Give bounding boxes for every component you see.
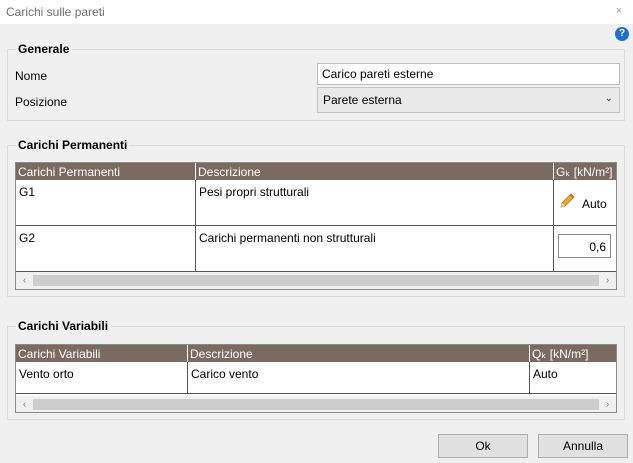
permanenti-grid-header: Carichi Permanenti Descrizione Gₖ [kN/m²…: [16, 163, 616, 180]
ok-button[interactable]: Ok: [438, 434, 528, 458]
scrollbar-thumb[interactable]: [33, 275, 599, 286]
generale-title: Generale: [16, 42, 72, 56]
close-icon[interactable]: ×: [612, 4, 626, 18]
table-row[interactable]: G1 Pesi propri strutturali Auto: [16, 180, 616, 226]
title-bar: Carichi sulle pareti ×: [0, 0, 633, 24]
col-header-descrizione[interactable]: Descrizione: [188, 345, 530, 362]
col-header-carichi[interactable]: Carichi Variabili: [16, 345, 188, 362]
cell-description: Carico vento: [188, 362, 530, 393]
cell-value[interactable]: Auto: [530, 362, 616, 393]
variabili-title: Carichi Variabili: [16, 319, 111, 333]
horizontal-scrollbar[interactable]: ‹ ›: [16, 272, 616, 289]
cell-name: G1: [16, 180, 196, 225]
gk-value-input[interactable]: 0,6: [558, 234, 611, 258]
permanenti-grid: Carichi Permanenti Descrizione Gₖ [kN/m²…: [15, 162, 617, 290]
cell-value[interactable]: Auto: [554, 180, 616, 225]
horizontal-scrollbar[interactable]: ‹ ›: [16, 396, 616, 412]
nome-input[interactable]: [317, 63, 620, 85]
cell-description: Pesi propri strutturali: [196, 180, 554, 225]
cell-name: G2: [16, 226, 196, 271]
posizione-value: Parete esterna: [323, 93, 402, 107]
posizione-select[interactable]: Parete esterna ⌄: [317, 87, 620, 113]
annulla-button[interactable]: Annulla: [538, 434, 628, 458]
col-header-gk[interactable]: Gₖ [kN/m²]: [554, 163, 616, 180]
scroll-left-icon[interactable]: ‹: [16, 273, 33, 288]
scroll-right-icon[interactable]: ›: [599, 397, 616, 412]
cell-name: Vento orto: [16, 362, 188, 393]
auto-value: Auto: [582, 197, 607, 211]
scroll-right-icon[interactable]: ›: [599, 273, 616, 288]
chevron-down-icon: ⌄: [604, 93, 613, 104]
posizione-label: Posizione: [15, 95, 68, 109]
cell-value: 0,6: [554, 226, 616, 271]
col-header-qk[interactable]: Qₖ [kN/m²]: [530, 345, 616, 362]
variabili-grid: Carichi Variabili Descrizione Qₖ [kN/m²]…: [15, 344, 617, 413]
table-row[interactable]: Vento orto Carico vento Auto: [16, 362, 616, 394]
col-header-carichi[interactable]: Carichi Permanenti: [16, 163, 196, 180]
variabili-grid-header: Carichi Variabili Descrizione Qₖ [kN/m²]: [16, 345, 616, 362]
scrollbar-thumb[interactable]: [33, 399, 599, 410]
col-header-descrizione[interactable]: Descrizione: [196, 163, 554, 180]
table-row[interactable]: G2 Carichi permanenti non strutturali 0,…: [16, 226, 616, 272]
window-title: Carichi sulle pareti: [6, 5, 105, 19]
pencil-icon[interactable]: [558, 192, 576, 210]
cell-description: Carichi permanenti non strutturali: [196, 226, 554, 271]
permanenti-title: Carichi Permanenti: [16, 138, 130, 152]
help-icon[interactable]: ?: [615, 27, 629, 41]
nome-label: Nome: [15, 69, 48, 83]
scroll-left-icon[interactable]: ‹: [16, 397, 33, 412]
